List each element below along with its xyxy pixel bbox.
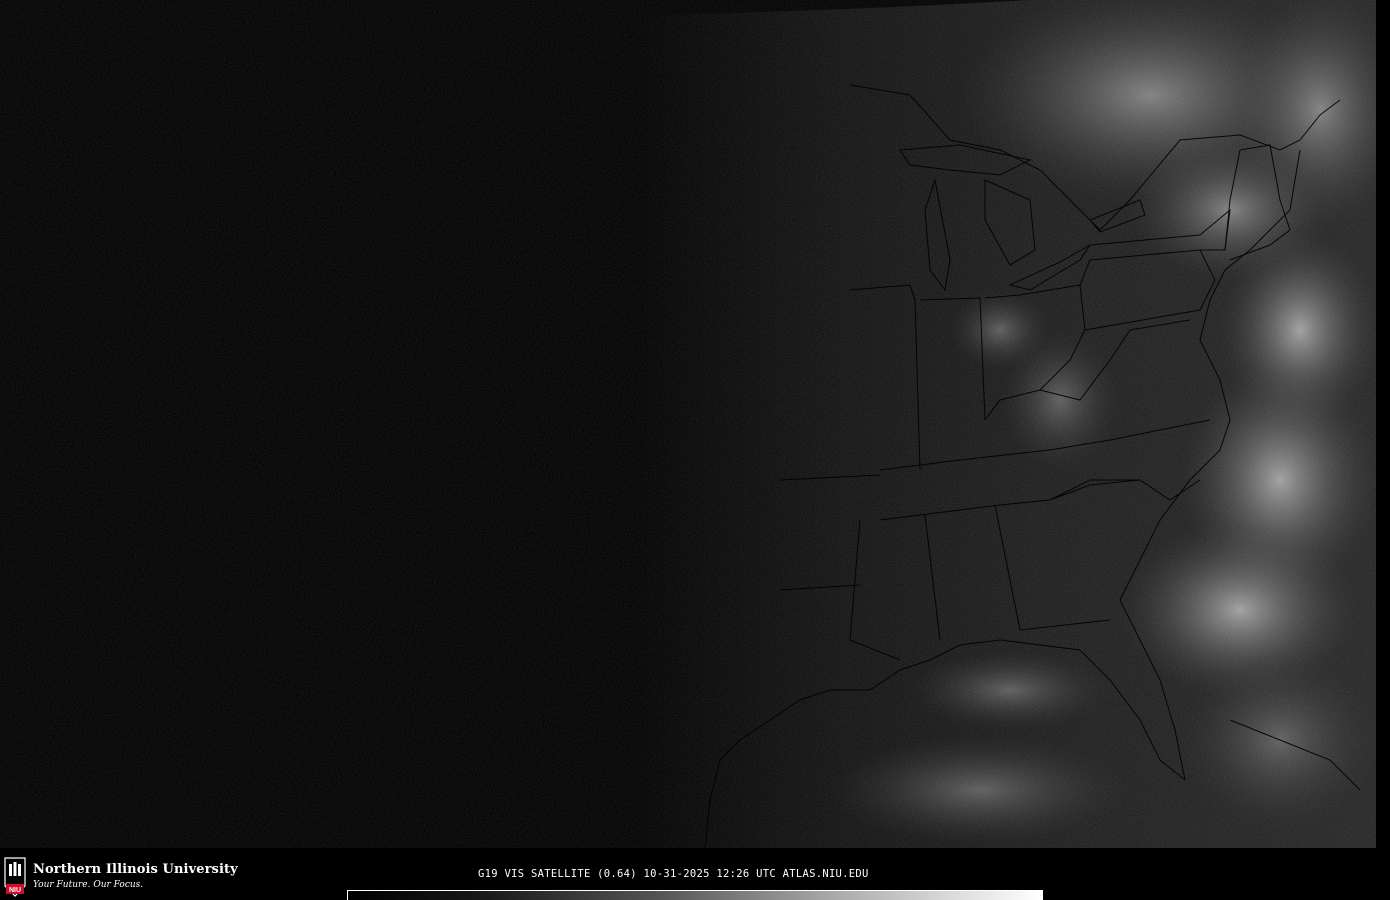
satellite-image: [0, 0, 1390, 848]
logo-name: Northern Illinois University: [33, 862, 238, 877]
noise-texture: [0, 0, 1390, 848]
logo-tagline: Your Future. Our Focus.: [33, 880, 144, 890]
niu-shield-letters: NIU: [9, 887, 21, 894]
satellite-viewer: NIU Northern Illinois University Your Fu…: [0, 0, 1390, 900]
right-margin: [1376, 0, 1390, 848]
niu-shield-icon: NIU: [4, 857, 26, 897]
niu-logo: NIU Northern Illinois University Your Fu…: [2, 856, 242, 898]
image-caption: G19 VIS SATELLITE (0.64) 10-31-2025 12:2…: [478, 868, 869, 880]
footer: NIU Northern Illinois University Your Fu…: [0, 848, 1390, 900]
grayscale-color-bar: [347, 890, 1043, 900]
